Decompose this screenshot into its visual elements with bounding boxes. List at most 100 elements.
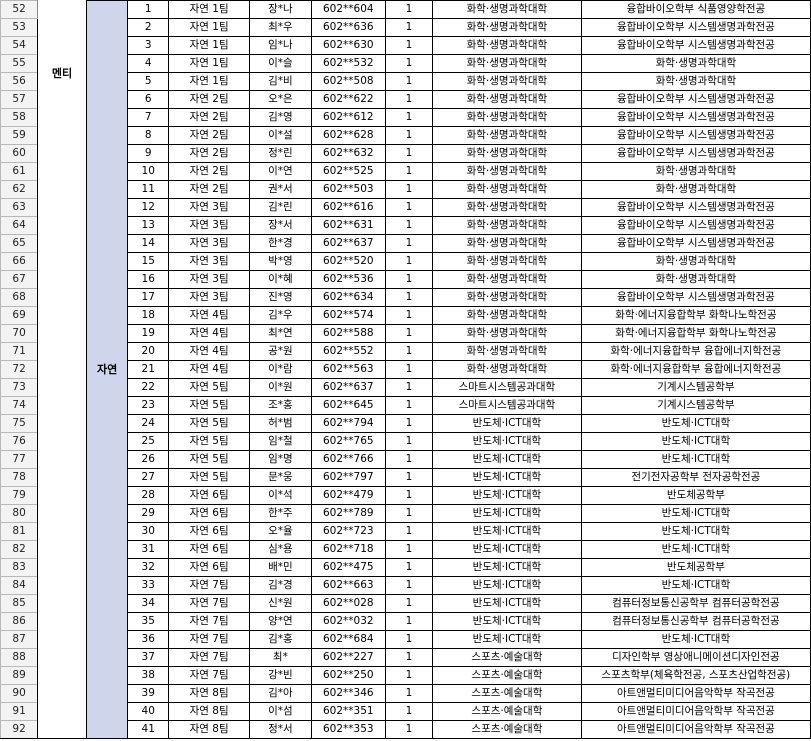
cell-college[interactable]: 스포츠·예술대학 — [432, 702, 582, 721]
cell-team[interactable]: 자연 7팀 — [168, 612, 251, 631]
cell-team[interactable]: 자연 8팀 — [168, 702, 251, 721]
cell-college[interactable]: 화학·생명과학대학 — [432, 36, 582, 55]
cell-id[interactable]: 602**552 — [310, 342, 386, 361]
row-header[interactable]: 89 — [0, 666, 39, 685]
cell-count[interactable]: 1 — [384, 126, 434, 145]
cell-count[interactable]: 1 — [384, 324, 434, 343]
cell-department[interactable]: 기계시스템공학부 — [580, 396, 811, 415]
cell-count[interactable]: 1 — [384, 270, 434, 289]
row-header[interactable]: 76 — [0, 432, 39, 451]
row-header[interactable]: 70 — [0, 324, 39, 343]
cell-team[interactable]: 자연 6팀 — [168, 558, 251, 577]
cell-department[interactable]: 기계시스템공학부 — [580, 378, 811, 397]
cell-team[interactable]: 자연 1팀 — [168, 0, 251, 19]
cell-college[interactable]: 스마트시스템공과대학 — [432, 378, 582, 397]
cell-department[interactable]: 반도체·ICT대학 — [580, 522, 811, 541]
cell-department[interactable]: 융합바이오학부 시스템생명과학전공 — [580, 18, 811, 37]
cell-name[interactable]: 이*섬 — [249, 702, 312, 721]
cell-college[interactable]: 화학·생명과학대학 — [432, 18, 582, 37]
cell-number[interactable]: 8 — [127, 126, 170, 145]
cell-name[interactable]: 장*나 — [249, 0, 312, 19]
cell-number[interactable]: 39 — [127, 684, 170, 703]
row-header[interactable]: 57 — [0, 90, 39, 109]
row-header[interactable]: 68 — [0, 288, 39, 307]
cell-name[interactable]: 한*주 — [249, 504, 312, 523]
cell-number[interactable]: 11 — [127, 180, 170, 199]
cell-id[interactable]: 602**637 — [310, 234, 386, 253]
cell-count[interactable]: 1 — [384, 522, 434, 541]
cell-department[interactable]: 융합바이오학부 시스템생명과학전공 — [580, 234, 811, 253]
cell-department[interactable]: 융합바이오학부 시스템생명과학전공 — [580, 108, 811, 127]
cell-college[interactable]: 화학·생명과학대학 — [432, 54, 582, 73]
cell-number[interactable]: 14 — [127, 234, 170, 253]
cell-name[interactable]: 이*설 — [249, 126, 312, 145]
cell-count[interactable]: 1 — [384, 576, 434, 595]
cell-number[interactable]: 23 — [127, 396, 170, 415]
cell-team[interactable]: 자연 1팀 — [168, 72, 251, 91]
cell-count[interactable]: 1 — [384, 342, 434, 361]
cell-id[interactable]: 602**532 — [310, 54, 386, 73]
cell-department[interactable]: 화학·생명과학대학 — [580, 162, 811, 181]
cell-department[interactable]: 화학·생명과학대학 — [580, 72, 811, 91]
cell-id[interactable]: 602**766 — [310, 450, 386, 469]
cell-college[interactable]: 화학·생명과학대학 — [432, 72, 582, 91]
cell-id[interactable]: 602**718 — [310, 540, 386, 559]
cell-team[interactable]: 자연 6팀 — [168, 486, 251, 505]
cell-count[interactable]: 1 — [384, 108, 434, 127]
cell-college[interactable]: 화학·생명과학대학 — [432, 234, 582, 253]
cell-number[interactable]: 22 — [127, 378, 170, 397]
cell-team[interactable]: 자연 2팀 — [168, 144, 251, 163]
cell-count[interactable]: 1 — [384, 504, 434, 523]
cell-department[interactable]: 융합바이오학부 시스템생명과학전공 — [580, 198, 811, 217]
cell-number[interactable]: 19 — [127, 324, 170, 343]
cell-name[interactable]: 오*은 — [249, 90, 312, 109]
cell-department[interactable]: 화학·에너지융합학부 융합에너지학전공 — [580, 342, 811, 361]
cell-id[interactable]: 602**622 — [310, 90, 386, 109]
cell-number[interactable]: 17 — [127, 288, 170, 307]
row-header[interactable]: 91 — [0, 702, 39, 721]
cell-department[interactable]: 화학·에너지융합학부 화학나노학전공 — [580, 306, 811, 325]
cell-number[interactable]: 21 — [127, 360, 170, 379]
cell-number[interactable]: 30 — [127, 522, 170, 541]
cell-number[interactable]: 27 — [127, 468, 170, 487]
row-header[interactable]: 85 — [0, 594, 39, 613]
cell-team[interactable]: 자연 4팀 — [168, 324, 251, 343]
cell-number[interactable]: 37 — [127, 648, 170, 667]
cell-college[interactable]: 반도체·ICT대학 — [432, 486, 582, 505]
cell-id[interactable]: 602**616 — [310, 198, 386, 217]
cell-team[interactable]: 자연 6팀 — [168, 522, 251, 541]
row-header[interactable]: 77 — [0, 450, 39, 469]
cell-count[interactable]: 1 — [384, 234, 434, 253]
cell-number[interactable]: 38 — [127, 666, 170, 685]
cell-name[interactable]: 허*범 — [249, 414, 312, 433]
cell-college[interactable]: 반도체·ICT대학 — [432, 630, 582, 649]
cell-count[interactable]: 1 — [384, 180, 434, 199]
cell-name[interactable]: 임*명 — [249, 450, 312, 469]
cell-college[interactable]: 스포츠·예술대학 — [432, 684, 582, 703]
cell-college[interactable]: 화학·생명과학대학 — [432, 126, 582, 145]
cell-name[interactable]: 김*우 — [249, 306, 312, 325]
row-header[interactable]: 62 — [0, 180, 39, 199]
cell-count[interactable]: 1 — [384, 558, 434, 577]
cell-id[interactable]: 602**612 — [310, 108, 386, 127]
group-cell[interactable]: 자연 — [85, 0, 129, 739]
cell-name[interactable]: 진*영 — [249, 288, 312, 307]
cell-id[interactable]: 602**632 — [310, 144, 386, 163]
cell-team[interactable]: 자연 7팀 — [168, 630, 251, 649]
cell-number[interactable]: 3 — [127, 36, 170, 55]
cell-department[interactable]: 반도체·ICT대학 — [580, 414, 811, 433]
cell-college[interactable]: 화학·생명과학대학 — [432, 324, 582, 343]
cell-department[interactable]: 아트앤멀티미디어음악학부 작곡전공 — [580, 702, 811, 721]
cell-count[interactable]: 1 — [384, 54, 434, 73]
cell-count[interactable]: 1 — [384, 216, 434, 235]
row-header[interactable]: 83 — [0, 558, 39, 577]
cell-department[interactable]: 반도체공학부 — [580, 558, 811, 577]
cell-id[interactable]: 602**525 — [310, 162, 386, 181]
cell-number[interactable]: 29 — [127, 504, 170, 523]
cell-department[interactable]: 화학·생명과학대학 — [580, 54, 811, 73]
cell-department[interactable]: 반도체·ICT대학 — [580, 576, 811, 595]
cell-name[interactable]: 임*철 — [249, 432, 312, 451]
row-header[interactable]: 72 — [0, 360, 39, 379]
cell-college[interactable]: 반도체·ICT대학 — [432, 612, 582, 631]
cell-number[interactable]: 13 — [127, 216, 170, 235]
